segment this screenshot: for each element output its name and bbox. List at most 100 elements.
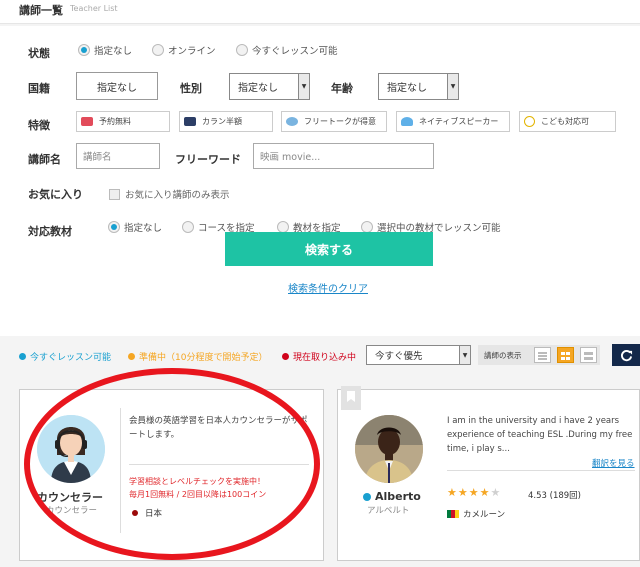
legend-available: 今すぐレッスン可能: [19, 350, 111, 363]
status-radio-available-now[interactable]: 今すぐレッスン可能: [236, 43, 338, 57]
page-header: 講師一覧 Teacher List: [0, 0, 640, 24]
features-label: 特徴: [28, 119, 50, 132]
freeword-label: フリーワード: [175, 153, 241, 166]
avatar: [37, 415, 105, 483]
radio-label: オンライン: [168, 46, 216, 57]
feature-chip-native-speaker[interactable]: ネイティブスピーカー: [396, 111, 510, 132]
legend-preparing: 準備中（10分程度で開始予定）: [128, 350, 267, 363]
radio-label: 指定なし: [94, 46, 133, 57]
refresh-button[interactable]: [612, 344, 640, 366]
gender-value: 指定なし: [238, 83, 278, 94]
smile-icon: [524, 116, 535, 127]
rating-value: 4.53 (189回): [528, 491, 581, 501]
country-label: 日本: [145, 509, 163, 519]
tag-icon: [81, 117, 93, 126]
grid-view-icon[interactable]: [557, 347, 574, 363]
radio-label: 今すぐレッスン可能: [252, 46, 338, 57]
checkbox-box: [109, 188, 120, 200]
promo-line-1: 学習相談とレベルチェックを実施中！: [129, 477, 265, 486]
chip-label: フリートークが得意: [304, 117, 376, 126]
refresh-icon: [620, 349, 632, 361]
radio-dot: [108, 221, 120, 233]
teacher-name-row: Alberto: [363, 490, 421, 503]
teacher-description: I am in the university and i have 2 year…: [447, 416, 633, 454]
teacher-country: 日本: [132, 507, 162, 519]
teacher-country: カメルーン: [447, 508, 505, 520]
legend-busy: 現在取り込み中: [282, 350, 356, 363]
chip-label: ネイティブスピーカー: [419, 117, 499, 126]
teacher-name: Alberto: [375, 490, 421, 503]
person-icon: [401, 117, 413, 126]
speech-bubble-icon: [286, 117, 298, 126]
feature-chip-kids-ok[interactable]: こども対応可: [519, 111, 616, 132]
radio-dot: [236, 44, 248, 56]
chip-label: カラン半額: [202, 117, 242, 126]
input-placeholder: 映画 movie...: [260, 152, 321, 163]
teacher-name: カウンセラー: [37, 491, 103, 504]
book-icon: [184, 117, 196, 126]
teacher-card-alberto[interactable]: Alberto アルベルト I am in the university and…: [337, 386, 640, 561]
chevron-down-icon: ▼: [298, 74, 309, 99]
feature-chip-free-booking[interactable]: 予約無料: [76, 111, 170, 132]
bookmark-icon[interactable]: [341, 386, 361, 410]
teacher-name-input[interactable]: 講師名: [76, 143, 160, 169]
view-toggle-bar: 講師の表示: [478, 345, 600, 365]
page-subtitle: Teacher List: [70, 4, 118, 13]
status-dot-icon: [282, 353, 289, 360]
divider: [129, 464, 309, 465]
translate-link[interactable]: 翻訳を見る: [592, 457, 635, 469]
age-label: 年齢: [331, 82, 353, 95]
legend-label: 今すぐレッスン可能: [30, 353, 112, 363]
input-placeholder: 講師名: [83, 152, 112, 163]
favorites-label: お気に入り: [28, 188, 83, 201]
country-label: カメルーン: [463, 510, 506, 520]
japan-flag-icon: [132, 510, 138, 516]
age-value: 指定なし: [387, 83, 427, 94]
legend-label: 現在取り込み中: [293, 353, 357, 363]
list-view-icon[interactable]: [534, 347, 551, 363]
gender-select[interactable]: 指定なし ▼: [229, 73, 310, 100]
half-star-icon: ★: [490, 486, 502, 499]
status-dot-icon: [19, 353, 26, 360]
divider: [447, 470, 635, 471]
nationality-select[interactable]: 指定なし: [76, 72, 158, 100]
page-title: 講師一覧: [19, 4, 63, 17]
divider: [120, 408, 121, 533]
status-dot-icon: [363, 492, 371, 501]
compact-view-icon[interactable]: [580, 347, 597, 363]
search-button[interactable]: 検索する: [225, 232, 433, 266]
chip-label: 予約無料: [99, 117, 131, 126]
sort-value: 今すぐ優先: [375, 351, 423, 362]
radio-dot: [182, 221, 194, 233]
feature-chip-callan-half[interactable]: カラン半額: [179, 111, 273, 132]
chip-label: こども対応可: [541, 117, 589, 126]
teacher-name-label: 講師名: [28, 153, 61, 166]
sort-select[interactable]: 今すぐ優先 ▼: [366, 345, 471, 365]
freeword-input[interactable]: 映画 movie...: [253, 143, 434, 169]
favorites-checkbox[interactable]: お気に入り講師のみ表示: [109, 187, 230, 201]
clear-conditions-link[interactable]: 検索条件のクリア: [288, 280, 368, 295]
cameroon-flag-icon: [447, 510, 459, 518]
status-radio-any[interactable]: 指定なし: [78, 43, 132, 57]
feature-chip-free-talk[interactable]: フリートークが得意: [281, 111, 387, 132]
teacher-kana: カウンセラー: [46, 506, 98, 516]
avatar: [355, 415, 423, 483]
rating-stars-icon: ★★★★★: [447, 486, 502, 499]
status-dot-icon: [128, 353, 135, 360]
teacher-description: 会員様の英語学習を日本人カウンセラーがサポートします。: [129, 416, 308, 440]
legend-label: 準備中（10分程度で開始予定）: [139, 353, 268, 363]
chevron-down-icon: ▼: [459, 346, 470, 364]
teacher-card-counselor[interactable]: カウンセラー カウンセラー 会員様の英語学習を日本人カウンセラーがサポートします…: [19, 389, 324, 561]
gender-label: 性別: [180, 82, 202, 95]
age-select[interactable]: 指定なし ▼: [378, 73, 459, 100]
nationality-label: 国籍: [28, 82, 50, 95]
radio-dot: [78, 44, 90, 56]
teacher-kana: アルベルト: [367, 506, 410, 516]
status-radio-online[interactable]: オンライン: [152, 43, 216, 57]
checkbox-label: お気に入り講師のみ表示: [125, 190, 230, 201]
nationality-value: 指定なし: [97, 82, 137, 94]
materials-radio-any[interactable]: 指定なし: [108, 220, 162, 234]
view-label: 講師の表示: [484, 351, 522, 360]
radio-dot: [152, 44, 164, 56]
chevron-down-icon: ▼: [447, 74, 458, 99]
